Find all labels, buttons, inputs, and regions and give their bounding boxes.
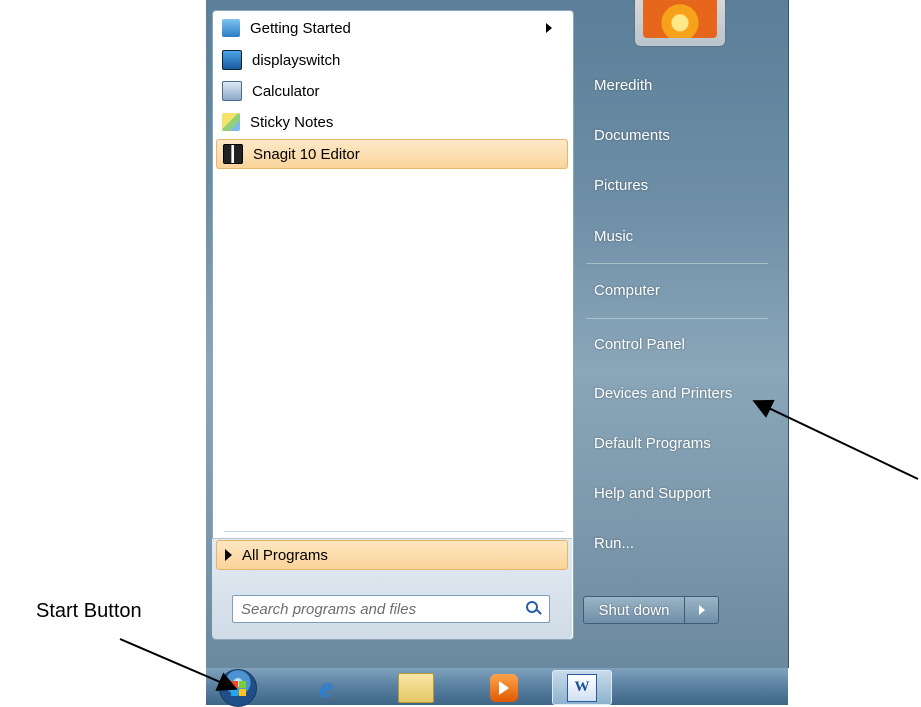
submenu-arrow-icon [546, 23, 552, 33]
program-item-displayswitch[interactable]: displayswitch [216, 45, 568, 75]
chevron-right-icon [698, 605, 705, 615]
program-label: displayswitch [252, 51, 341, 69]
right-link-devices-and-printers[interactable]: Devices and Printers [594, 385, 732, 402]
all-programs-button[interactable]: All Programs [216, 540, 568, 570]
all-programs-label: All Programs [242, 546, 328, 564]
windows-start-orb-icon [219, 668, 257, 707]
program-label: Getting Started [250, 19, 351, 37]
flower-avatar-icon [643, 0, 717, 38]
windows-explorer-icon [398, 672, 434, 703]
shutdown-options-button[interactable] [685, 596, 719, 624]
display-switch-icon [222, 50, 242, 70]
right-divider [586, 263, 768, 264]
program-label: Calculator [252, 82, 320, 100]
taskbar-windows-explorer[interactable] [390, 670, 442, 705]
getting-started-icon [222, 19, 240, 37]
program-item-calculator[interactable]: Calculator [216, 76, 568, 106]
right-link-control-panel[interactable]: Control Panel [594, 336, 685, 353]
media-player-icon [490, 673, 518, 702]
snagit-icon [223, 144, 243, 164]
program-item-sticky-notes[interactable]: Sticky Notes [216, 107, 568, 137]
right-link-default-programs[interactable]: Default Programs [594, 435, 711, 452]
taskbar-microsoft-word[interactable]: W [552, 670, 612, 705]
taskbar-internet-explorer[interactable]: e [300, 670, 352, 705]
program-item-getting-started[interactable]: Getting Started [216, 13, 568, 43]
start-button-annotation: Start Button [36, 600, 142, 622]
user-picture[interactable] [634, 0, 726, 47]
right-link-documents[interactable]: Documents [594, 127, 670, 144]
programs-divider [224, 531, 564, 532]
internet-explorer-icon: e [319, 670, 333, 704]
taskbar-media-player[interactable] [478, 670, 530, 705]
right-link-music[interactable]: Music [594, 228, 633, 245]
program-label: Snagit 10 Editor [253, 145, 360, 163]
shutdown-button[interactable]: Shut down [583, 596, 685, 624]
microsoft-word-icon: W [567, 673, 597, 702]
right-divider [586, 318, 768, 319]
calculator-icon [222, 81, 242, 101]
right-link-meredith[interactable]: Meredith [594, 77, 652, 94]
expand-arrow-icon [225, 549, 232, 561]
program-label: Sticky Notes [250, 113, 334, 131]
search-box[interactable] [232, 595, 550, 623]
right-link-help-and-support[interactable]: Help and Support [594, 485, 711, 502]
right-link-computer[interactable]: Computer [594, 282, 660, 299]
right-link-run[interactable]: Run... [594, 535, 634, 552]
start-button[interactable] [212, 668, 264, 707]
sticky-notes-icon [222, 113, 240, 131]
search-input[interactable] [233, 597, 523, 621]
right-link-pictures[interactable]: Pictures [594, 177, 648, 194]
program-item-snagit-editor[interactable]: Snagit 10 Editor [216, 139, 568, 169]
search-icon[interactable] [523, 598, 545, 620]
